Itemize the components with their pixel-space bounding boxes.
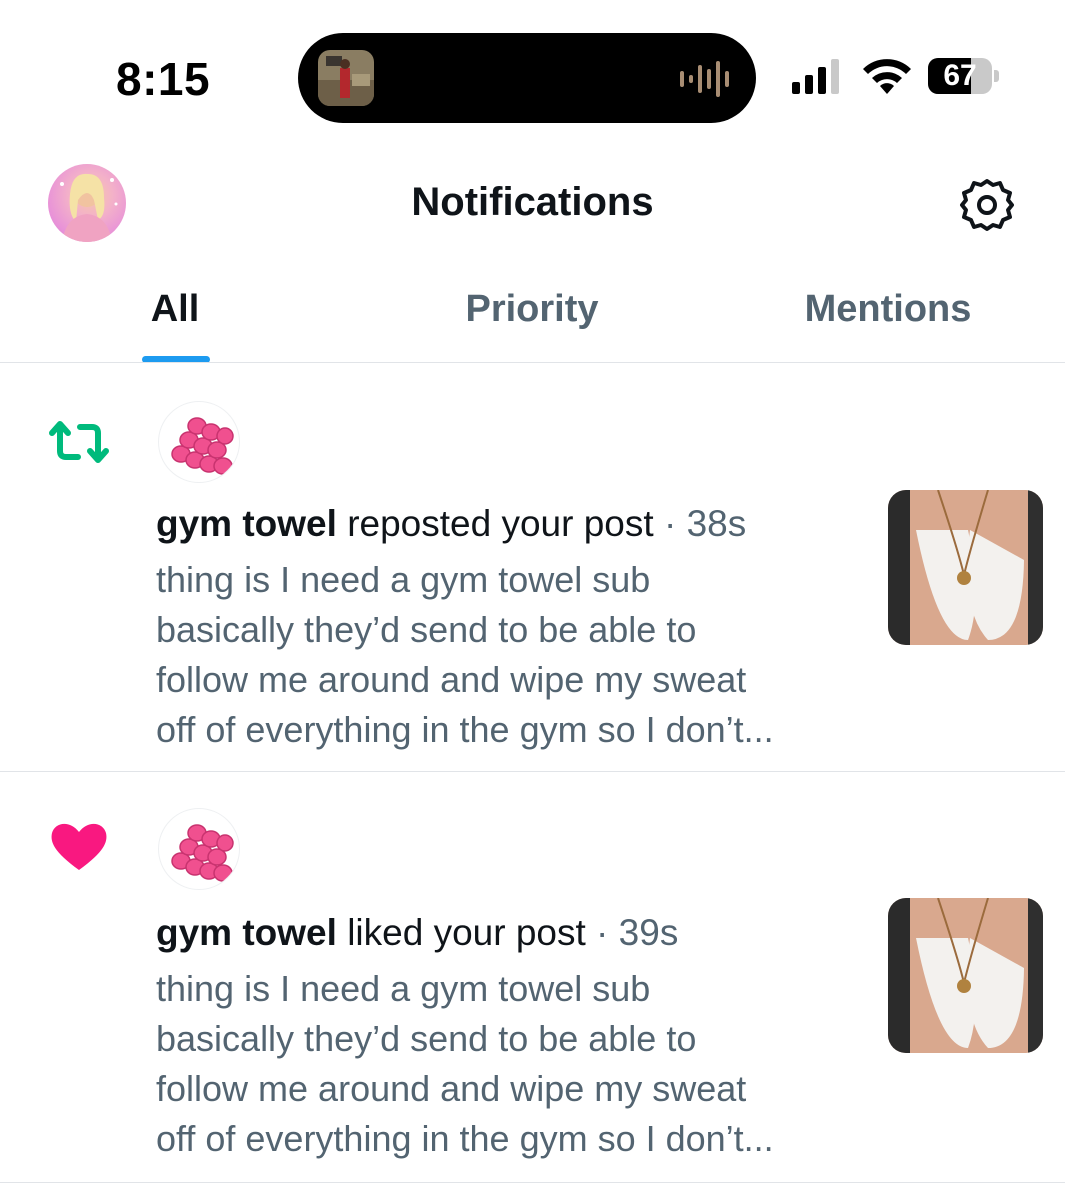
wifi-icon	[863, 59, 911, 94]
action-text: reposted your post	[347, 503, 654, 544]
action-text: liked your post	[347, 912, 586, 953]
tab-all[interactable]: All	[100, 288, 250, 331]
page-title: Notifications	[411, 180, 654, 224]
post-preview[interactable]: thing is I need a gym towel sub basicall…	[156, 964, 856, 1164]
post-preview[interactable]: thing is I need a gym towel sub basicall…	[156, 555, 856, 755]
notification-header: gym towel liked your post · 39s	[156, 910, 678, 956]
post-text-line: basically they’d send to be able to	[156, 609, 697, 650]
post-text-line: basically they’d send to be able to	[156, 1018, 697, 1059]
audio-waveform-icon	[680, 61, 729, 97]
dynamic-island[interactable]	[298, 33, 756, 123]
battery-icon: 67	[928, 58, 999, 94]
gear-icon[interactable]	[958, 176, 1016, 234]
battery-percent: 67	[943, 59, 977, 92]
post-text-line: off of everything in the gym so I don’t.…	[156, 709, 774, 750]
notification-item[interactable]: gym towel reposted your post · 38s thing…	[0, 363, 1065, 771]
actor-name[interactable]: gym towel	[156, 912, 337, 953]
post-thumbnail[interactable]	[888, 490, 1043, 645]
actor-avatar[interactable]	[158, 808, 240, 890]
post-text-line: off of everything in the gym so I don’t.…	[156, 1118, 774, 1159]
time-separator: ·	[653, 503, 687, 544]
time-separator: ·	[585, 912, 619, 953]
timestamp: 38s	[686, 503, 747, 544]
post-text-line: thing is I need a gym towel sub	[156, 559, 651, 600]
actor-name[interactable]: gym towel	[156, 503, 337, 544]
battery-body: 67	[928, 58, 992, 94]
battery-nub	[994, 70, 999, 82]
notification-divider	[0, 1182, 1065, 1183]
post-text-line: thing is I need a gym towel sub	[156, 968, 651, 1009]
heart-icon	[51, 823, 107, 870]
actor-avatar[interactable]	[158, 401, 240, 483]
status-time: 8:15	[116, 53, 211, 105]
notification-header: gym towel reposted your post · 38s	[156, 501, 746, 547]
tab-mentions[interactable]: Mentions	[788, 288, 988, 331]
repost-icon	[49, 421, 109, 463]
notifications-screen: 8:15 67 Notifications All Priority Menti…	[0, 0, 1065, 1200]
timestamp: 39s	[618, 912, 679, 953]
post-thumbnail[interactable]	[888, 898, 1043, 1053]
now-playing-artwork[interactable]	[318, 50, 374, 106]
notification-item[interactable]: gym towel liked your post · 39s thing is…	[0, 772, 1065, 1182]
cellular-signal-icon	[792, 59, 839, 94]
post-text-line: follow me around and wipe my sweat	[156, 659, 747, 700]
post-text-line: follow me around and wipe my sweat	[156, 1068, 747, 1109]
tab-priority[interactable]: Priority	[432, 288, 632, 331]
